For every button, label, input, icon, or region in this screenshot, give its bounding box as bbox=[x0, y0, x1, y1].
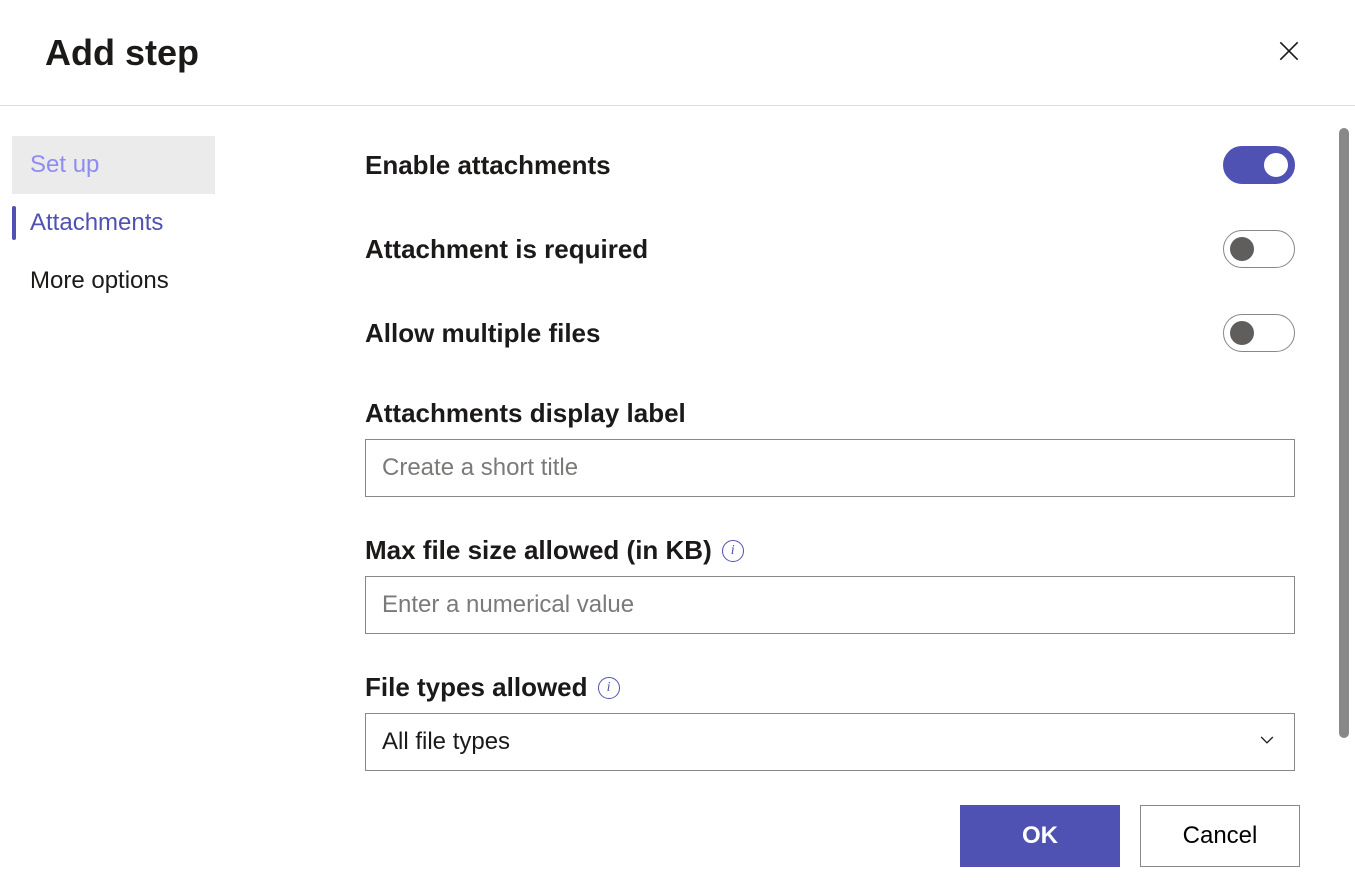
select-value: All file types bbox=[382, 728, 510, 755]
toggle-knob bbox=[1230, 237, 1254, 261]
field-label: Enable attachments bbox=[365, 150, 611, 181]
sidebar-item-more-options[interactable]: More options bbox=[12, 252, 215, 310]
dialog-header: Add step bbox=[0, 0, 1355, 106]
dialog-body: Set up Attachments More options Enable a… bbox=[0, 106, 1355, 787]
field-label: Max file size allowed (in KB) bbox=[365, 535, 712, 566]
button-label: OK bbox=[1022, 822, 1058, 849]
sidebar-item-attachments[interactable]: Attachments bbox=[12, 194, 215, 252]
field-label: Attachment is required bbox=[365, 234, 648, 265]
toggle-attachment-required[interactable] bbox=[1223, 230, 1295, 268]
sidebar: Set up Attachments More options bbox=[0, 106, 215, 787]
field-display-label: Attachments display label bbox=[365, 398, 1295, 497]
field-enable-attachments: Enable attachments bbox=[365, 146, 1295, 184]
form-panel: Enable attachments Attachment is require… bbox=[215, 106, 1355, 787]
info-icon[interactable]: i bbox=[598, 677, 620, 699]
field-label: Allow multiple files bbox=[365, 318, 600, 349]
sidebar-item-label: Set up bbox=[30, 151, 99, 178]
field-label: Attachments display label bbox=[365, 398, 686, 429]
dialog-title: Add step bbox=[45, 32, 199, 74]
toggle-allow-multiple[interactable] bbox=[1223, 314, 1295, 352]
max-file-size-input[interactable] bbox=[365, 576, 1295, 634]
close-icon bbox=[1276, 38, 1302, 67]
button-label: Cancel bbox=[1183, 822, 1258, 849]
field-label: File types allowed bbox=[365, 672, 588, 703]
field-attachment-required: Attachment is required bbox=[365, 230, 1295, 268]
toggle-knob bbox=[1230, 321, 1254, 345]
toggle-enable-attachments[interactable] bbox=[1223, 146, 1295, 184]
toggle-knob bbox=[1264, 153, 1288, 177]
dialog-footer: OK Cancel bbox=[0, 787, 1355, 895]
field-file-types: File types allowed i All file types bbox=[365, 672, 1295, 771]
sidebar-item-label: More options bbox=[30, 267, 169, 294]
scrollbar[interactable] bbox=[1339, 128, 1349, 738]
display-label-input[interactable] bbox=[365, 439, 1295, 497]
sidebar-item-setup[interactable]: Set up bbox=[12, 136, 215, 194]
cancel-button[interactable]: Cancel bbox=[1140, 805, 1300, 867]
close-button[interactable] bbox=[1268, 30, 1310, 75]
sidebar-item-label: Attachments bbox=[30, 209, 163, 236]
info-icon[interactable]: i bbox=[722, 540, 744, 562]
file-types-select[interactable]: All file types bbox=[365, 713, 1295, 771]
ok-button[interactable]: OK bbox=[960, 805, 1120, 867]
field-max-file-size: Max file size allowed (in KB) i bbox=[365, 535, 1295, 634]
field-allow-multiple: Allow multiple files bbox=[365, 314, 1295, 352]
